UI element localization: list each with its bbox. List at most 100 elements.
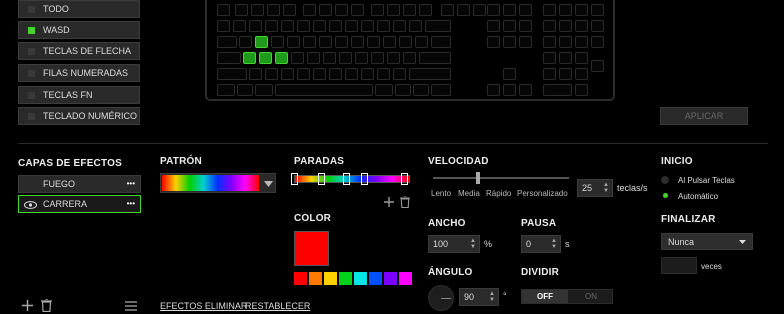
key[interactable] [559,52,572,64]
key[interactable] [283,4,296,16]
key[interactable] [271,36,284,48]
key[interactable] [575,20,588,32]
key[interactable] [519,84,532,96]
zone-button-todo[interactable]: TODO [18,0,140,18]
delete-stop-icon[interactable] [400,196,410,208]
key[interactable] [543,84,572,96]
key[interactable] [377,68,390,80]
key[interactable] [383,36,396,48]
key[interactable] [487,84,500,96]
key[interactable] [217,68,247,80]
key[interactable] [291,52,304,64]
key[interactable] [575,36,588,48]
start-radio-on-keypress[interactable] [661,176,669,184]
key[interactable] [591,60,604,72]
key[interactable] [425,20,451,32]
color-swatch[interactable] [309,272,322,285]
key[interactable] [297,20,310,32]
angle-stepper[interactable]: 90 ▲ ▼ [459,288,499,306]
color-swatch[interactable] [339,272,352,285]
key[interactable] [267,4,280,16]
key[interactable] [575,4,588,16]
key[interactable] [307,52,320,64]
key[interactable] [431,36,451,48]
key[interactable] [233,20,246,32]
key[interactable] [281,20,294,32]
key[interactable] [543,52,556,64]
more-options-icon[interactable]: ••• [127,179,135,188]
color-swatch[interactable] [294,272,307,285]
key[interactable] [303,36,316,48]
angle-dial[interactable] [428,285,454,311]
stepper-arrows-icon[interactable]: ▲ ▼ [470,238,476,250]
key[interactable] [355,52,368,64]
key[interactable] [265,20,278,32]
key[interactable] [217,20,230,32]
key[interactable] [543,4,556,16]
key[interactable] [503,36,516,48]
key[interactable] [559,36,572,48]
key[interactable] [303,4,316,16]
key[interactable] [591,20,604,32]
key[interactable] [319,4,332,16]
key[interactable] [375,84,393,96]
key[interactable] [413,84,429,96]
reset-link[interactable]: RESTABLECER [245,301,310,311]
key[interactable] [503,4,516,16]
key[interactable] [313,68,326,80]
speed-slider-thumb[interactable] [476,172,480,184]
apply-button[interactable]: APLICAR [660,107,748,125]
key[interactable] [351,36,364,48]
key[interactable] [323,52,336,64]
key[interactable] [217,84,235,96]
key[interactable] [559,20,572,32]
key-highlighted[interactable] [255,36,268,48]
stop-marker[interactable] [401,173,408,185]
key[interactable] [487,4,500,16]
key[interactable] [543,36,556,48]
key[interactable] [367,36,380,48]
eye-icon[interactable] [24,201,37,209]
stop-marker[interactable] [361,173,368,185]
key[interactable] [559,4,572,16]
key[interactable] [415,36,428,48]
key[interactable] [559,68,572,80]
speed-stepper[interactable]: 25 ▲ ▼ [577,179,613,197]
zone-button-numpad[interactable]: TECLADO NUMÉRICO [18,107,140,125]
key[interactable] [403,52,416,64]
key[interactable] [361,20,374,32]
color-swatch[interactable] [384,272,397,285]
key[interactable] [419,4,432,16]
key[interactable] [409,20,422,32]
stepper-arrows-icon[interactable]: ▲ ▼ [489,291,495,303]
key[interactable] [503,20,516,32]
key[interactable] [543,68,556,80]
stop-marker[interactable] [318,173,325,185]
layer-item-carrera[interactable]: CARRERA ••• [18,195,141,213]
key[interactable] [393,68,406,80]
key[interactable] [249,68,262,80]
key[interactable] [275,84,373,96]
key[interactable] [345,20,358,32]
key[interactable] [387,4,400,16]
color-swatch[interactable] [354,272,367,285]
key[interactable] [217,4,230,16]
key[interactable] [265,68,278,80]
key[interactable] [255,84,273,96]
key[interactable] [329,68,342,80]
key[interactable] [487,36,500,48]
pause-stepper[interactable]: 0 ▲ ▼ [521,235,561,253]
key[interactable] [217,36,237,48]
key[interactable] [235,4,248,16]
add-stop-icon[interactable] [384,197,394,207]
start-radio-automatic[interactable] [663,193,668,198]
key-highlighted[interactable] [275,52,288,64]
key[interactable] [503,84,516,96]
key[interactable] [431,84,451,96]
key[interactable] [281,68,294,80]
zone-button-fn[interactable]: TECLAS FN [18,86,140,104]
menu-icon[interactable] [125,301,137,311]
divide-on-option[interactable]: ON [568,290,614,303]
key-highlighted[interactable] [243,52,256,64]
more-options-icon[interactable]: ••• [127,199,135,208]
